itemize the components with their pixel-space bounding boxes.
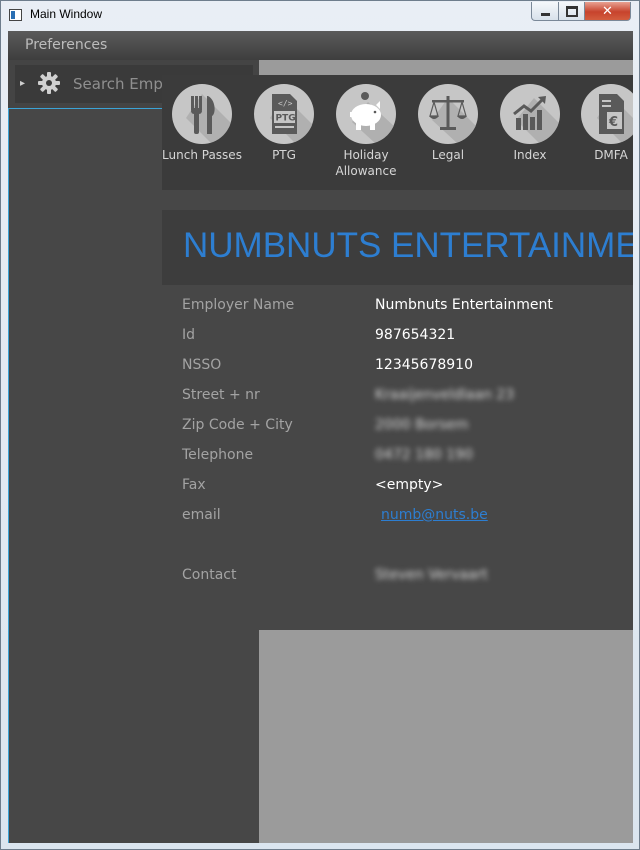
tool-label: Legal bbox=[431, 148, 465, 162]
field-label: Zip Code + City bbox=[182, 417, 293, 433]
tool-dmfa[interactable]: € DMFA bbox=[571, 84, 633, 163]
title-bar[interactable]: Main Window ✕ bbox=[1, 1, 639, 31]
field-email: email numb@nuts.be bbox=[182, 507, 632, 529]
field-label: NSSO bbox=[182, 357, 222, 373]
field-label: Fax bbox=[182, 477, 206, 493]
main-window: Main Window ✕ Preferences ▸ Search Emp L… bbox=[0, 0, 640, 850]
scales-icon bbox=[429, 96, 478, 144]
tool-label: PTG bbox=[272, 148, 296, 162]
close-icon: ✕ bbox=[602, 3, 613, 19]
tool-ptg[interactable]: </> PTG PTG bbox=[244, 84, 324, 163]
field-value-blurred: 0472 180 190 bbox=[375, 447, 473, 463]
employer-banner: NUMBNUTS ENTERTAINMENT bbox=[162, 210, 633, 285]
euro-badge: € bbox=[608, 115, 618, 130]
tool-holiday-allowance[interactable]: Holiday Allowance bbox=[326, 84, 406, 179]
field-value-blurred: Kraaijenveldlaan 23 bbox=[375, 387, 515, 403]
window-title: Main Window bbox=[30, 7, 103, 21]
field-street: Street + nr Kraaijenveldlaan 23 bbox=[182, 387, 632, 409]
fork-knife-icon bbox=[186, 94, 232, 144]
app-icon bbox=[9, 9, 22, 21]
employer-panel: Lunch Passes </> PTG PTG Holiday Allowan… bbox=[162, 75, 633, 630]
field-employer-name: Employer Name Numbnuts Entertainment bbox=[182, 297, 632, 319]
menu-preferences[interactable]: Preferences bbox=[25, 37, 107, 53]
minimize-button[interactable] bbox=[531, 2, 559, 21]
field-label: Contact bbox=[182, 567, 237, 583]
growth-chart-icon bbox=[513, 96, 560, 144]
code-badge: </> bbox=[278, 99, 293, 108]
maximize-button[interactable] bbox=[558, 2, 585, 21]
menu-bar: Preferences bbox=[8, 31, 633, 60]
piggy-bank-icon bbox=[350, 92, 396, 144]
minimize-icon bbox=[540, 12, 550, 16]
tool-lunch-passes[interactable]: Lunch Passes bbox=[162, 84, 242, 163]
field-fax: Fax <empty> bbox=[182, 477, 632, 499]
field-label: Street + nr bbox=[182, 387, 260, 403]
email-link[interactable]: numb@nuts.be bbox=[381, 507, 488, 523]
close-button[interactable]: ✕ bbox=[584, 2, 631, 21]
tool-index[interactable]: Index bbox=[490, 84, 570, 163]
field-id: Id 987654321 bbox=[182, 327, 632, 349]
field-value: 12345678910 bbox=[375, 357, 473, 373]
tool-label: Index bbox=[513, 148, 547, 162]
maximize-icon bbox=[565, 5, 578, 17]
expand-chevron-icon[interactable]: ▸ bbox=[20, 78, 25, 89]
field-value: <empty> bbox=[375, 477, 444, 493]
field-label: Employer Name bbox=[182, 297, 295, 313]
field-zip-city: Zip Code + City 2000 Borsem bbox=[182, 417, 632, 439]
module-toolbar: Lunch Passes </> PTG PTG Holiday Allowan… bbox=[162, 75, 633, 190]
field-value: 987654321 bbox=[375, 327, 456, 343]
field-label: email bbox=[182, 507, 221, 523]
gear-icon[interactable] bbox=[37, 71, 61, 95]
field-telephone: Telephone 0472 180 190 bbox=[182, 447, 632, 469]
field-nsso: NSSO 12345678910 bbox=[182, 357, 632, 379]
field-label: Telephone bbox=[182, 447, 254, 463]
tool-label: Holiday Allowance bbox=[335, 148, 397, 178]
field-value-blurred: 2000 Borsem bbox=[375, 417, 469, 433]
field-contact: Contact Steven Vervaart bbox=[182, 567, 632, 589]
employer-title: NUMBNUTS ENTERTAINMENT bbox=[183, 226, 633, 265]
tool-legal[interactable]: Legal bbox=[408, 84, 488, 163]
tool-label: DMFA bbox=[594, 148, 628, 162]
euro-document-icon: € bbox=[597, 94, 633, 144]
ptg-document-icon: </> PTG bbox=[270, 94, 314, 144]
client-area: Preferences ▸ Search Emp Lunch Passes </… bbox=[8, 31, 633, 843]
ptg-badge: PTG bbox=[276, 114, 296, 124]
field-value: Numbnuts Entertainment bbox=[375, 297, 553, 313]
field-label: Id bbox=[182, 327, 196, 343]
field-value-blurred: Steven Vervaart bbox=[375, 567, 488, 583]
tool-label: Lunch Passes bbox=[162, 148, 242, 162]
